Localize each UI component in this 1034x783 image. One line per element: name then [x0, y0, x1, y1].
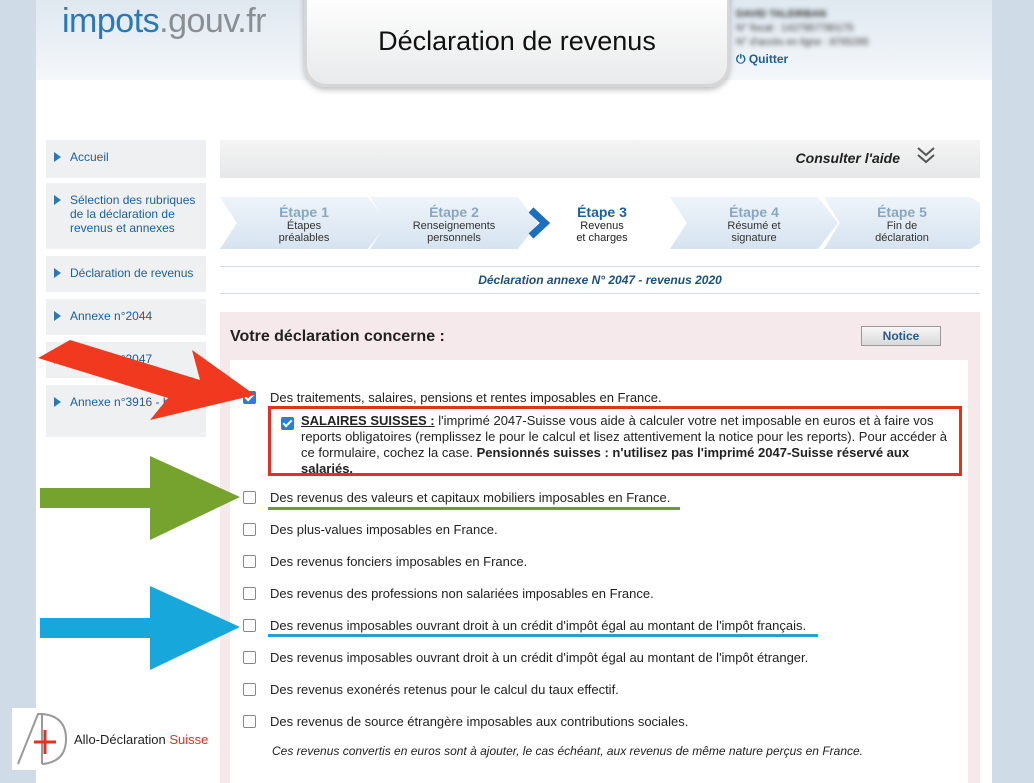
- allo-declaration-logo-icon: [17, 713, 68, 765]
- arrow-right-icon: [54, 354, 61, 364]
- sidebar-item-declaration-revenus[interactable]: Déclaration de revenus: [46, 256, 206, 292]
- declaration-panel: Votre déclaration concerne : Notice Des …: [220, 312, 980, 783]
- arrow-right-icon: [54, 268, 61, 278]
- step-2[interactable]: Étape 2 Renseignements personnels: [370, 197, 538, 249]
- checkbox-credit-impot-etranger[interactable]: [243, 651, 256, 664]
- user-info: DAVID TALEIRBAN N° fiscal : 142795778017…: [736, 8, 869, 66]
- checkbox-taux-effectif[interactable]: [243, 683, 256, 696]
- sidebar-item-annexe-3916[interactable]: Annexe n°3916 - bis: [46, 385, 206, 437]
- swiss-salary-box: SALAIRES SUISSES : l'imprimé 2047-Suisse…: [268, 406, 962, 476]
- arrow-right-icon: [54, 397, 61, 407]
- options-list: Des traitements, salaires, pensions et r…: [230, 360, 968, 783]
- help-bar[interactable]: Consulter l'aide: [220, 140, 980, 178]
- site-logo[interactable]: impots.gouv.fr: [62, 2, 267, 41]
- user-name: DAVID TALEIRBAN: [736, 9, 827, 20]
- swiss-salary-heading: SALAIRES SUISSES :: [301, 413, 435, 428]
- progress-steps: Étape 1 Étapes préalables Étape 2 Rensei…: [220, 197, 980, 249]
- checkbox-professions-non-salariees[interactable]: [243, 587, 256, 600]
- step-5[interactable]: Étape 5 Fin de déclaration: [824, 197, 980, 249]
- user-access-number: N° d'accès en ligne : 8765295: [736, 37, 869, 48]
- page: impots.gouv.fr Déclaration de revenus DA…: [36, 0, 992, 783]
- panel-title: Votre déclaration concerne :: [230, 328, 445, 345]
- sidebar-item-annexe-2047[interactable]: Annexe n°2047: [46, 342, 206, 378]
- arrow-right-icon: [54, 195, 61, 205]
- checkbox-contributions-sociales[interactable]: [243, 715, 256, 728]
- sidebar-item-annexe-2044[interactable]: Annexe n°2044: [46, 299, 206, 335]
- arrow-right-icon: [54, 152, 61, 162]
- sidebar-item-accueil[interactable]: Accueil: [46, 140, 206, 178]
- user-fiscal-number: N° fiscal : 1427957780175: [736, 23, 854, 34]
- footnote: Ces revenus convertis en euros sont à aj…: [272, 744, 863, 758]
- checkbox-valeurs-capitaux[interactable]: [243, 491, 256, 504]
- quit-button[interactable]: ⏻ Quitter: [736, 52, 869, 66]
- step-1[interactable]: Étape 1 Étapes préalables: [220, 197, 388, 249]
- help-label: Consulter l'aide: [795, 150, 900, 166]
- notice-button[interactable]: Notice: [861, 326, 941, 346]
- step-3: Étape 3 Revenus et charges: [576, 204, 628, 244]
- swiss-salary-text: SALAIRES SUISSES : l'imprimé 2047-Suisse…: [301, 413, 961, 477]
- checkbox-salaires-suisses[interactable]: [281, 417, 294, 430]
- cyan-underline: [268, 634, 818, 637]
- arrow-right-icon: [54, 311, 61, 321]
- checkbox-traitements-salaires[interactable]: [243, 391, 256, 404]
- brand-name: Allo-Déclaration Suisse: [74, 732, 209, 747]
- checkbox-plus-values[interactable]: [243, 523, 256, 536]
- green-underline: [268, 507, 680, 510]
- checkbox-revenus-fonciers[interactable]: [243, 555, 256, 568]
- brand-logo: Allo-Déclaration Suisse: [12, 708, 216, 770]
- double-chevron-down-icon: [916, 144, 936, 171]
- page-title-tab: Déclaration de revenus: [304, 0, 730, 87]
- step-4[interactable]: Étape 4 Résumé et signature: [670, 197, 838, 249]
- page-title: Déclaration de revenus: [378, 26, 656, 56]
- header: impots.gouv.fr Déclaration de revenus DA…: [36, 0, 992, 87]
- power-icon: ⏻: [736, 52, 746, 66]
- checkbox-credit-impot-francais[interactable]: [243, 619, 256, 632]
- annexe-title: Déclaration annexe N° 2047 - revenus 202…: [220, 266, 980, 294]
- sidebar-item-selection-rubriques[interactable]: Sélection des rubriques de la déclaratio…: [46, 183, 206, 249]
